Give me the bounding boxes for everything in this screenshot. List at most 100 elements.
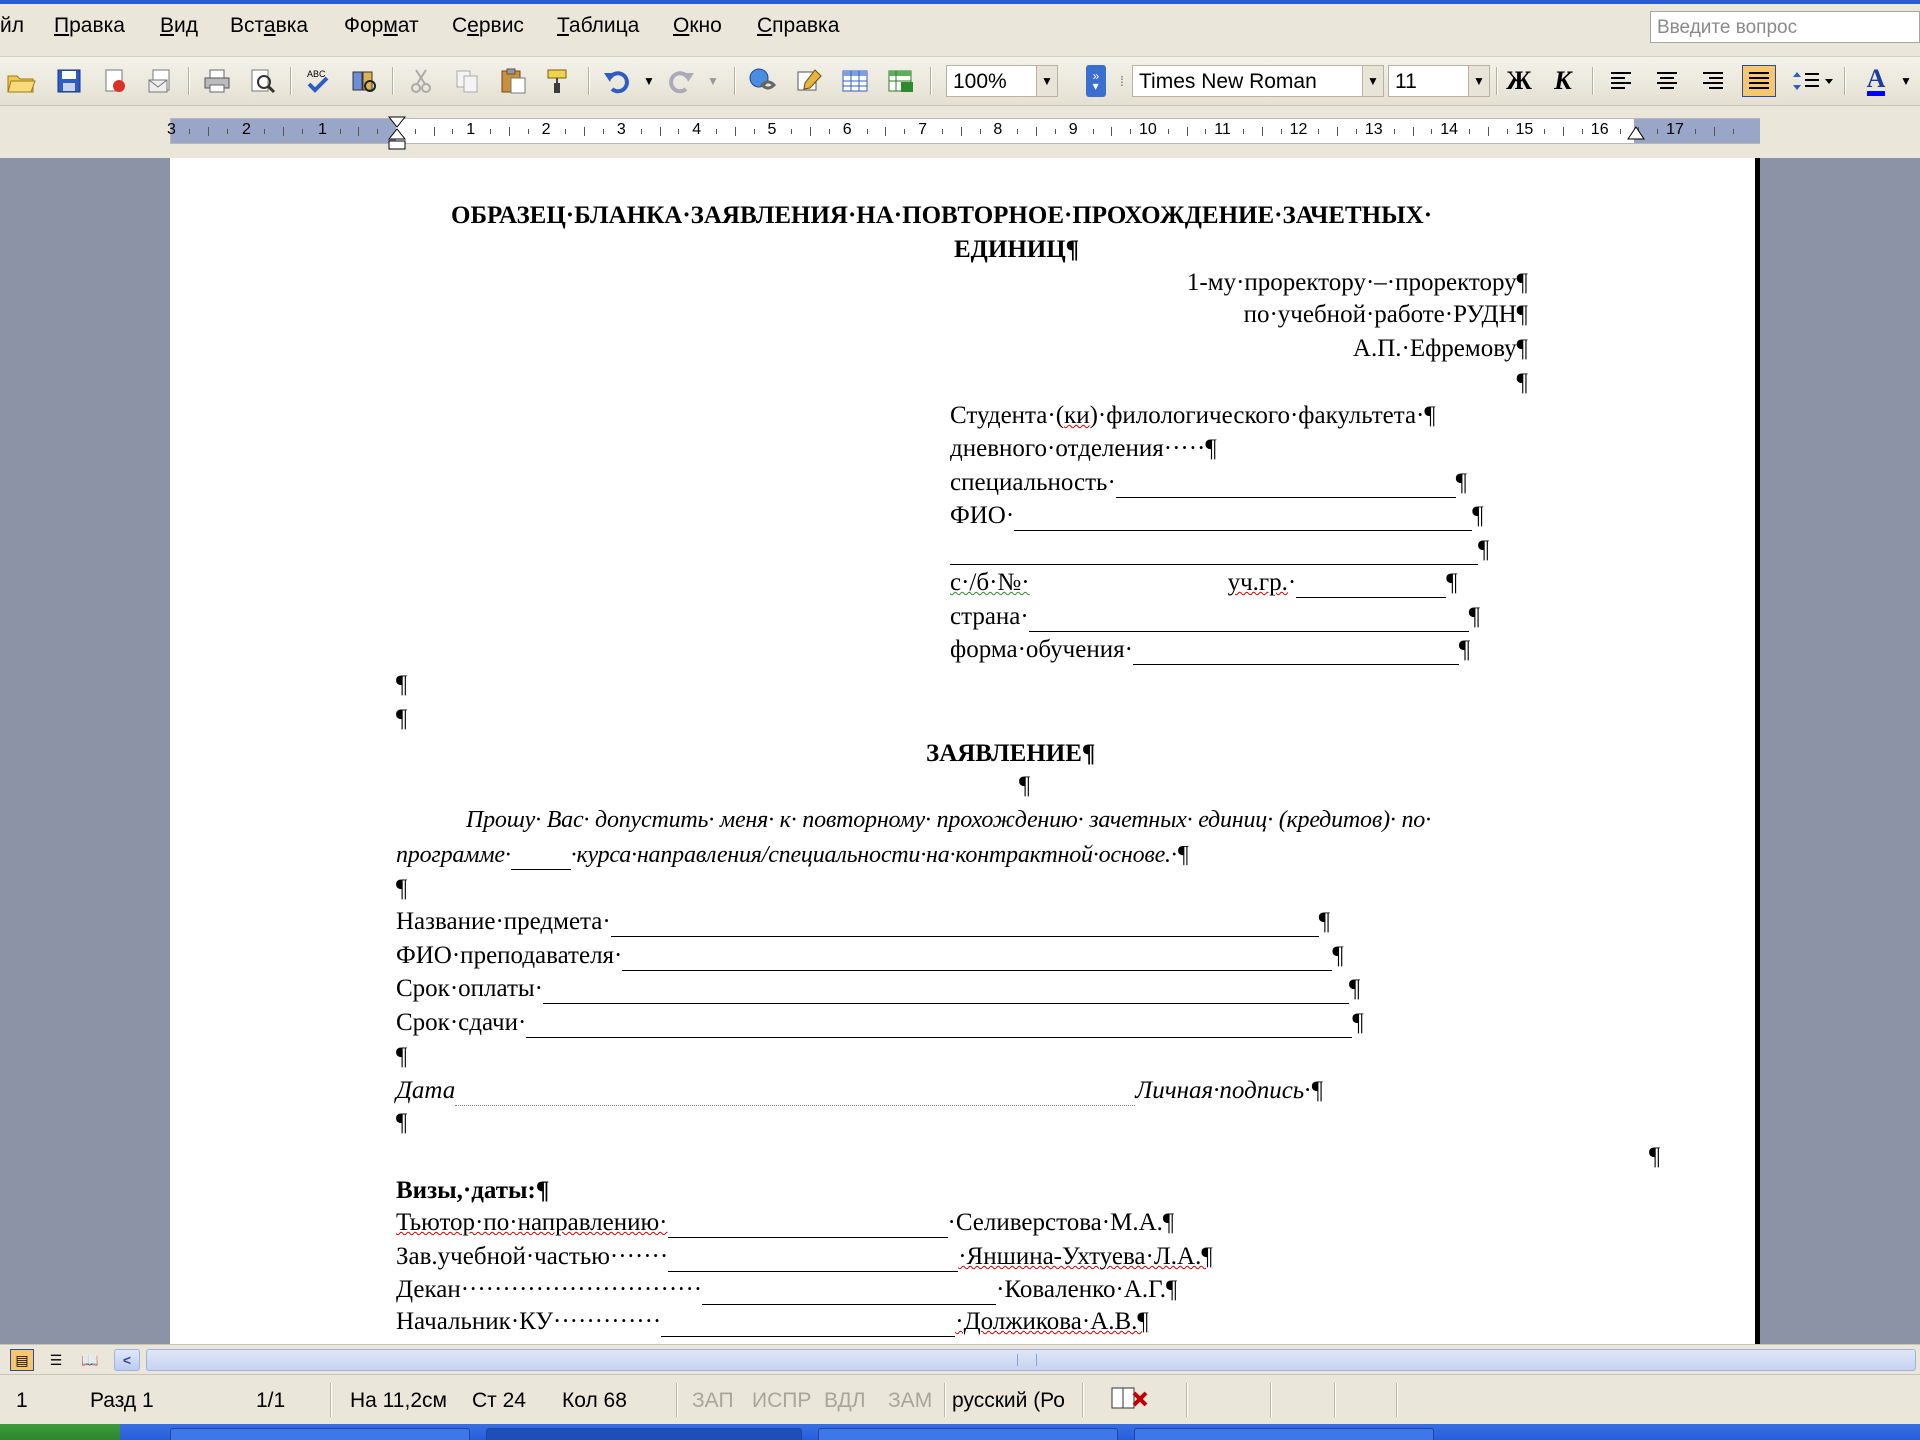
visa-signature-blank[interactable] (661, 1312, 956, 1337)
book-icon: 📖 (81, 1351, 99, 1368)
status-overtype[interactable]: ЗАМ (888, 1389, 932, 1413)
menu-view[interactable]: Вид (160, 14, 198, 38)
zoom-combo[interactable]: 100% (946, 65, 1038, 97)
research-button[interactable] (348, 65, 382, 97)
fio-extra-blank[interactable] (950, 540, 1478, 565)
undo-dropdown[interactable]: ▼ (640, 65, 658, 97)
menu-window-label: кно (689, 14, 722, 37)
menu-table[interactable]: Таблица (557, 14, 639, 38)
align-right-button[interactable] (1696, 65, 1730, 97)
right-indent-marker-icon[interactable] (1626, 123, 1646, 145)
menu-file[interactable]: йл (0, 14, 24, 38)
undo-button[interactable] (600, 65, 634, 97)
start-button[interactable] (0, 1424, 120, 1440)
document-page[interactable]: ОБРАЗЕЦ·БЛАНКА·ЗАЯВЛЕНИЯ·НА·ПОВТОРНОЕ·ПР… (170, 158, 1760, 1344)
status-track-changes[interactable]: ИСПР (752, 1389, 811, 1413)
cut-button[interactable] (404, 65, 438, 97)
menu-tools[interactable]: Сервис (452, 14, 524, 38)
redo-button[interactable] (664, 65, 698, 97)
status-extend[interactable]: ВДЛ (824, 1389, 866, 1413)
fio-blank[interactable] (1014, 506, 1473, 531)
font-color-button[interactable]: A (1856, 65, 1896, 97)
print-preview-button[interactable] (246, 65, 280, 97)
pilcrow: ¶ (1352, 1009, 1364, 1036)
ruler-number: 17 (1666, 121, 1684, 138)
menu-window[interactable]: Окно (673, 14, 722, 38)
menu-help[interactable]: Справка (757, 14, 839, 38)
status-record[interactable]: ЗАП (692, 1389, 734, 1413)
reading-layout-button[interactable]: 📖 (78, 1349, 102, 1371)
menu-insert[interactable]: Вставка (230, 14, 308, 38)
font-name-combo[interactable]: Times New Roman (1132, 65, 1366, 97)
insert-table-button[interactable] (838, 65, 872, 97)
tables-borders-icon (797, 69, 822, 91)
paste-button[interactable] (496, 65, 530, 97)
taskbar-button[interactable] (170, 1428, 470, 1440)
pilcrow: ¶ (396, 671, 408, 698)
document-area[interactable]: ОБРАЗЕЦ·БЛАНКА·ЗАЯВЛЕНИЯ·НА·ПОВТОРНОЕ·ПР… (0, 158, 1920, 1344)
student-line1-post: )·филологического·факультета·¶ (1089, 402, 1436, 429)
status-language[interactable]: русский (Ро (952, 1389, 1065, 1413)
visa-name: ·Коваленко·А.Г.¶ (996, 1276, 1178, 1303)
taskbar-button[interactable] (1134, 1428, 1434, 1440)
menu-format[interactable]: Формат (344, 14, 419, 38)
country-blank[interactable] (1028, 607, 1469, 632)
spelling-button[interactable]: ABC (302, 65, 336, 97)
taskbar-button[interactable] (818, 1428, 1118, 1440)
ruler-tick (678, 129, 680, 134)
study-form-blank[interactable] (1132, 640, 1459, 665)
visa-signature-blank[interactable] (668, 1247, 959, 1272)
italic-button[interactable]: К (1546, 65, 1580, 97)
open-button[interactable] (4, 65, 38, 97)
group-blank[interactable] (1296, 573, 1447, 598)
bold-button[interactable]: Ж (1502, 65, 1536, 97)
course-blank[interactable] (510, 845, 571, 870)
horizontal-scrollbar[interactable] (146, 1349, 1916, 1371)
subject-blank[interactable] (610, 912, 1319, 937)
align-left-button[interactable] (1604, 65, 1638, 97)
taskbar-button-active[interactable] (486, 1428, 802, 1440)
teacher-blank[interactable] (622, 946, 1333, 971)
font-color-dropdown[interactable]: ▼ (1896, 65, 1916, 97)
document-permission-icon (105, 69, 125, 92)
insert-excel-button[interactable] (884, 65, 918, 97)
toolbar-grip[interactable]: ⁞ (1116, 65, 1126, 97)
tables-borders-button[interactable] (792, 65, 826, 97)
specialty-blank[interactable] (1115, 473, 1456, 498)
line-spacing-button[interactable] (1790, 65, 1836, 97)
horizontal-ruler[interactable]: 3 2 1 1 2 3 4 5 6 7 8 9 10 11 12 13 14 15 16 17 (167, 116, 1760, 150)
teacher-line: ФИО·преподавателя· ¶ (396, 941, 1344, 971)
visa-signature-blank[interactable] (702, 1280, 997, 1305)
font-name-dropdown[interactable]: ▼ (1362, 65, 1384, 97)
visa-row-tutor: Тьютор·по·направлению· ·Селиверстова·М.А.… (396, 1208, 1174, 1238)
spelling-status-icon[interactable] (1110, 1385, 1152, 1419)
toolbar-options-button[interactable]: » ▾ (1086, 65, 1106, 97)
help-question-input[interactable]: Введите вопрос (1650, 11, 1920, 43)
visa-signature-blank[interactable] (667, 1213, 948, 1238)
email-button[interactable] (144, 65, 178, 97)
signature-label: Личная·подпись·¶ (1135, 1077, 1324, 1104)
print-button[interactable] (200, 65, 234, 97)
align-center-button[interactable] (1650, 65, 1684, 97)
redo-dropdown[interactable]: ▼ (704, 65, 722, 97)
font-size-dropdown[interactable]: ▼ (1468, 65, 1490, 97)
normal-view-button[interactable]: ▤ (10, 1349, 34, 1371)
zoom-dropdown[interactable]: ▼ (1036, 65, 1058, 97)
deadline-blank[interactable] (526, 1013, 1353, 1038)
hyperlink-button[interactable] (746, 65, 780, 97)
visas-heading: Визы,·даты:¶ (396, 1177, 550, 1204)
save-button[interactable] (52, 65, 86, 97)
scroll-grip[interactable] (1017, 1354, 1037, 1366)
menu-edit[interactable]: Правка (54, 14, 125, 38)
justify-button[interactable] (1742, 65, 1776, 97)
font-size-combo[interactable]: 11 (1388, 65, 1470, 97)
indent-marker-icon[interactable] (387, 115, 407, 157)
payment-blank[interactable] (543, 979, 1349, 1004)
pilcrow: ¶ (1458, 636, 1471, 663)
scroll-left-button[interactable]: < (114, 1349, 140, 1371)
web-layout-button[interactable]: ☰ (44, 1349, 68, 1371)
ruler-number: 2 (242, 121, 251, 138)
copy-button[interactable] (450, 65, 484, 97)
format-painter-button[interactable] (542, 65, 576, 97)
permission-button[interactable] (98, 65, 132, 97)
